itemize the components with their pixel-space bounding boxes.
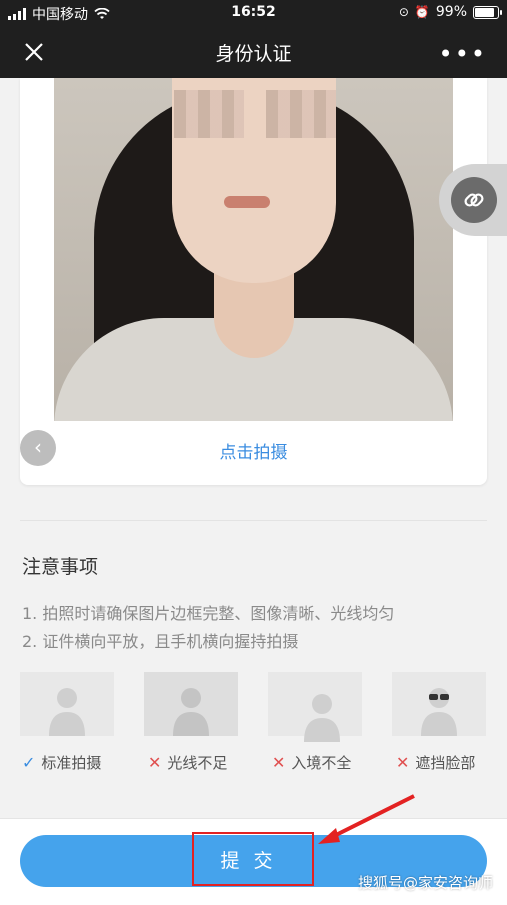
example-standard (20, 672, 114, 736)
example-label: ✕ 遮挡脸部 (396, 753, 476, 772)
battery-icon (473, 5, 502, 19)
nav-bar: 身份认证 ••• (0, 26, 507, 78)
battery-label: 99% (435, 4, 467, 20)
cross-icon: ✕ (148, 753, 162, 772)
watermark: 搜狐号@家安咨询师 (357, 874, 493, 892)
arrow-icon (318, 794, 415, 844)
link-icon (464, 193, 484, 207)
example-list: ✓ 标准拍摄 ✕ 光线不足 ✕ 入境不全 ✕ 遮挡脸部 (0, 672, 507, 772)
notes-title: 注意事项 (22, 556, 99, 578)
example-incomplete (268, 672, 362, 742)
cross-icon: ✕ (396, 753, 410, 772)
cross-icon: ✕ (272, 753, 286, 772)
take-photo-link[interactable]: 点击拍摄 (20, 438, 487, 463)
highlight-box (192, 832, 314, 886)
page-title: 身份认证 (215, 43, 292, 65)
example-low-light (144, 672, 238, 736)
check-icon: ✓ (22, 753, 36, 772)
alarm-icon: ⏰ (414, 5, 430, 19)
more-menu-button[interactable]: ••• (439, 40, 487, 68)
example-label: ✕ 入境不全 (272, 753, 352, 772)
example-label: ✓ 标准拍摄 (22, 753, 102, 772)
example-label: ✕ 光线不足 (148, 753, 228, 772)
example-face-covered (392, 672, 486, 736)
id-photo (54, 78, 453, 421)
status-bar: 中国移动 16:52 ⊙ ⏰ 99% (0, 0, 507, 26)
capture-card: ‹ 点击拍摄 (20, 78, 487, 485)
lock-rotation-icon: ⊙ (398, 5, 409, 19)
note-line: 1. 拍照时请确保图片边框完整、图像清晰、光线均匀 (22, 604, 395, 623)
note-line: 2. 证件横向平放，且手机横向握持拍摄 (22, 632, 299, 651)
link-button[interactable] (439, 164, 507, 236)
divider (20, 520, 487, 521)
